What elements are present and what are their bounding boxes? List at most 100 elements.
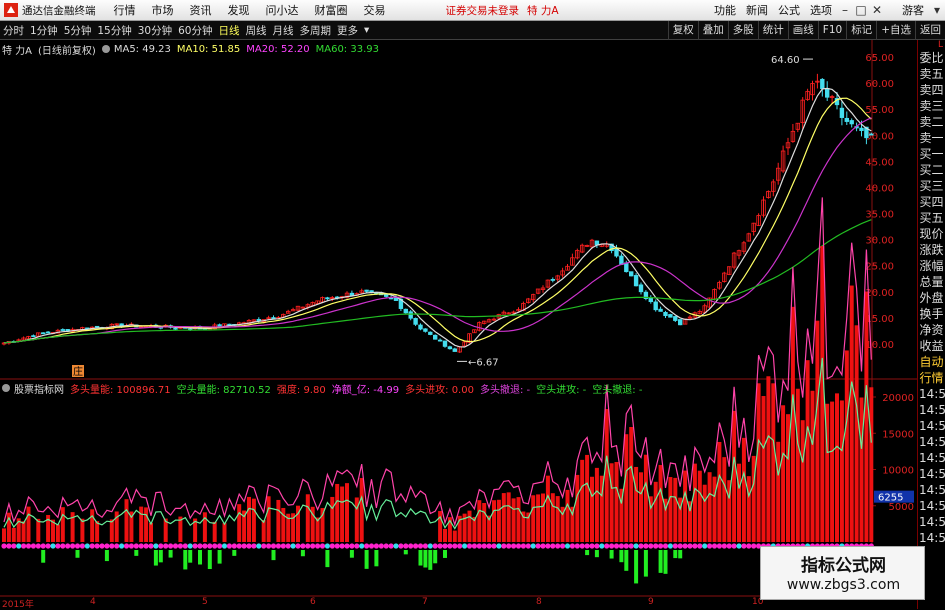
signal-dot bbox=[21, 543, 27, 549]
adjust-button[interactable]: 复权 bbox=[667, 21, 698, 40]
panel-item-5[interactable]: 卖一 bbox=[918, 130, 945, 146]
signal-dot bbox=[25, 543, 32, 549]
panel-item-15[interactable]: 外盘 bbox=[918, 290, 945, 306]
signal-dot bbox=[226, 543, 232, 549]
login-notice[interactable]: 证券交易未登录 bbox=[446, 3, 520, 18]
period-multi[interactable]: 多周期 bbox=[297, 23, 335, 38]
panel-item-10[interactable]: 买五 bbox=[918, 210, 945, 226]
period-1min[interactable]: 1分钟 bbox=[27, 23, 61, 38]
panel-item-4[interactable]: 卖二 bbox=[918, 114, 945, 130]
green-volume-bar bbox=[104, 550, 109, 562]
back-button[interactable]: 返回 bbox=[915, 21, 945, 40]
f10-button[interactable]: F10 bbox=[817, 21, 846, 40]
period-daily[interactable]: 日线 bbox=[216, 23, 243, 38]
indicator-title[interactable]: 股票指标网 bbox=[14, 381, 64, 396]
panel-item-18[interactable]: 收益 bbox=[918, 338, 945, 354]
panel-item-3[interactable]: 卖三 bbox=[918, 98, 945, 114]
panel-item-0[interactable]: 委比 bbox=[918, 50, 945, 66]
signal-dot bbox=[555, 543, 561, 549]
signal-dot bbox=[731, 543, 737, 549]
menu-options[interactable]: 选项 bbox=[805, 2, 837, 18]
signal-dot bbox=[104, 543, 110, 549]
guest-button[interactable]: 游客 bbox=[897, 2, 929, 18]
period-weekly[interactable]: 周线 bbox=[243, 23, 270, 38]
signal-dot bbox=[334, 543, 340, 549]
period-15min[interactable]: 15分钟 bbox=[94, 23, 134, 38]
panel-item-2[interactable]: 卖四 bbox=[918, 82, 945, 98]
menu-wealth[interactable]: 财富圈 bbox=[307, 2, 356, 18]
panel-item-1[interactable]: 卖五 bbox=[918, 66, 945, 82]
statistics-button[interactable]: 统计 bbox=[757, 21, 788, 40]
more-dropdown-icon[interactable]: ▾ bbox=[361, 24, 372, 36]
signal-dot bbox=[94, 543, 100, 549]
red-volume-bar bbox=[320, 508, 325, 542]
minimize-icon[interactable]: – bbox=[837, 3, 853, 17]
panel-item-14[interactable]: 总量 bbox=[918, 274, 945, 290]
candle-body bbox=[673, 316, 678, 321]
panel-item-11[interactable]: 现价 bbox=[918, 226, 945, 242]
draw-button[interactable]: 画线 bbox=[787, 21, 818, 40]
red-volume-bar bbox=[771, 383, 776, 542]
signal-dot bbox=[574, 543, 580, 549]
overlay-button[interactable]: 叠加 bbox=[697, 21, 728, 40]
menu-market[interactable]: 市场 bbox=[144, 2, 182, 18]
ma-readout-2: MA20: 52.20 bbox=[246, 43, 310, 55]
panel-item-16[interactable]: 换手 bbox=[918, 306, 945, 322]
period-60min[interactable]: 60分钟 bbox=[175, 23, 215, 38]
candle-body bbox=[869, 133, 874, 136]
green-volume-bar bbox=[619, 550, 624, 563]
green-volume-bar bbox=[75, 550, 80, 558]
add-favorite-button[interactable]: +自选 bbox=[876, 21, 915, 40]
settings-icon[interactable]: ▾ bbox=[929, 3, 945, 17]
signal-dot bbox=[74, 543, 81, 549]
period-tick[interactable]: 分时 bbox=[0, 23, 27, 38]
panel-tab-0[interactable]: 自动 bbox=[918, 354, 945, 370]
menu-ask[interactable]: 问小达 bbox=[258, 2, 307, 18]
close-icon[interactable]: ✕ bbox=[869, 3, 885, 17]
green-volume-bar bbox=[658, 550, 663, 573]
period-monthly[interactable]: 月线 bbox=[270, 23, 297, 38]
menu-news[interactable]: 资讯 bbox=[182, 2, 220, 18]
panel-item-9[interactable]: 买四 bbox=[918, 194, 945, 210]
green-volume-bar bbox=[41, 550, 46, 563]
maximize-icon[interactable]: □ bbox=[853, 3, 869, 17]
red-volume-bar bbox=[634, 466, 639, 542]
signal-dot bbox=[221, 543, 228, 549]
date-label-5: 8 bbox=[536, 597, 542, 607]
multi-stock-button[interactable]: 多股 bbox=[727, 21, 758, 40]
mark-button[interactable]: 标记 bbox=[846, 21, 876, 40]
red-volume-bar bbox=[790, 306, 795, 542]
green-volume-bar bbox=[585, 550, 590, 556]
period-5min[interactable]: 5分钟 bbox=[61, 23, 95, 38]
panel-tab-1[interactable]: 行情 bbox=[918, 370, 945, 386]
red-volume-bar bbox=[702, 484, 707, 542]
period-30min[interactable]: 30分钟 bbox=[135, 23, 175, 38]
settings-dot-icon[interactable] bbox=[101, 45, 110, 53]
kline-chart[interactable]: 65.00 60.00 55.00 50.00 45.00 40.00 35.00 30.00… bbox=[0, 40, 917, 597]
indicator-dot-icon[interactable] bbox=[2, 384, 10, 392]
menu-bar: 通达信金融终端 行情 市场 资讯 发现 问小达 财富圈 交易 证券交易未登录 特… bbox=[0, 0, 945, 21]
panel-item-12[interactable]: 涨跌 bbox=[918, 242, 945, 258]
price-label-11: 10.00 bbox=[865, 340, 894, 351]
app-title: 通达信金融终端 bbox=[22, 4, 96, 17]
menu-trade[interactable]: 交易 bbox=[356, 2, 394, 18]
price-label-1: 60.00 bbox=[865, 79, 894, 90]
panel-item-17[interactable]: 净资 bbox=[918, 322, 945, 338]
candle-body bbox=[437, 339, 443, 342]
indicator-info: 股票指标网 多头量能: 100896.71 空头量能: 82710.52 强度: 9… bbox=[2, 381, 648, 396]
panel-item-6[interactable]: 买一 bbox=[918, 146, 945, 162]
red-volume-bar bbox=[575, 474, 580, 542]
menu-formula[interactable]: 公式 bbox=[773, 2, 805, 18]
panel-item-13[interactable]: 涨幅 bbox=[918, 258, 945, 274]
panel-item-7[interactable]: 买二 bbox=[918, 162, 945, 178]
menu-newsfeed[interactable]: 新闻 bbox=[741, 2, 773, 18]
price-label-2: 55.00 bbox=[865, 105, 894, 116]
menu-function[interactable]: 功能 bbox=[709, 2, 741, 18]
panel-item-8[interactable]: 买三 bbox=[918, 178, 945, 194]
red-volume-bar bbox=[237, 504, 242, 542]
menu-discover[interactable]: 发现 bbox=[220, 2, 258, 18]
period-more[interactable]: 更多 bbox=[334, 23, 361, 38]
menu-quotes[interactable]: 行情 bbox=[106, 2, 144, 18]
signal-dot bbox=[609, 543, 615, 549]
indicator-readout-3: 净额_亿: -4.99 bbox=[331, 384, 400, 396]
